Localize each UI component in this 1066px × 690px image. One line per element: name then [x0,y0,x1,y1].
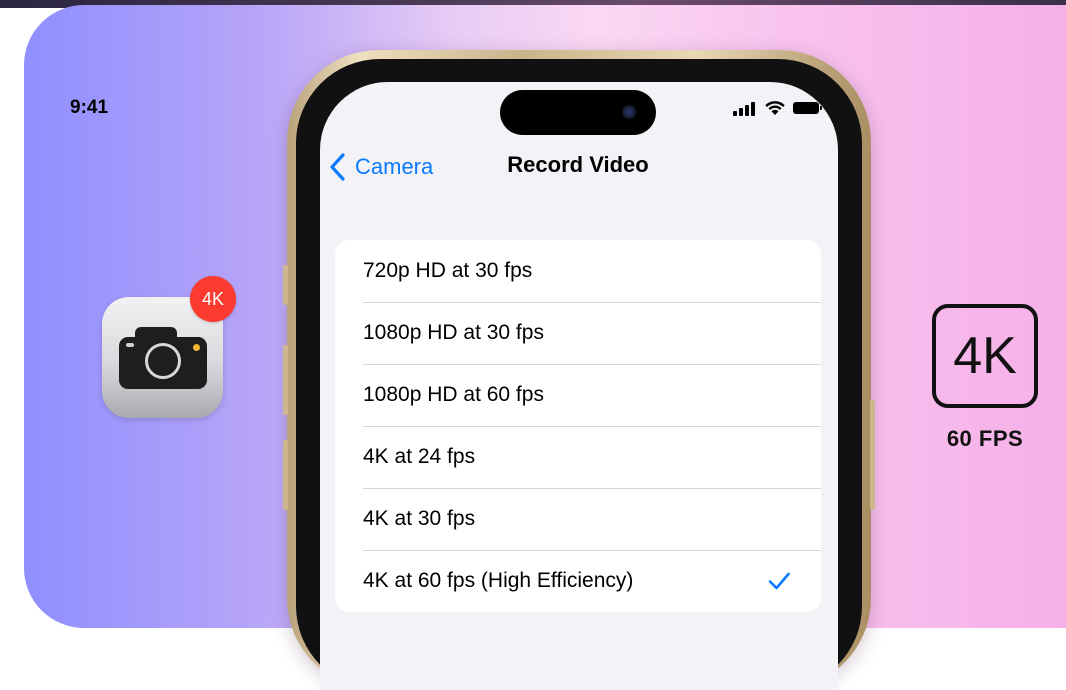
front-camera-icon [622,105,636,119]
option-label: 4K at 60 fps (High Efficiency) [363,569,634,592]
back-button-label: Camera [355,154,434,179]
checkmark-icon [768,572,790,590]
chevron-left-icon [330,153,345,181]
camera-icon-flash [126,343,134,347]
4k-logo: 4K [932,304,1038,408]
record-video-options: 720p HD at 30 fps 1080p HD at 30 fps 108… [335,240,821,612]
dynamic-island [500,90,656,135]
back-button[interactable]: Camera [327,152,433,182]
option-4k-24[interactable]: 4K at 24 fps [335,426,821,488]
option-4k-30[interactable]: 4K at 30 fps [335,488,821,550]
option-label: 1080p HD at 60 fps [363,383,544,406]
camera-icon-indicator [193,344,200,351]
page-title: Record Video [507,152,649,177]
option-720p-30[interactable]: 720p HD at 30 fps [335,240,821,302]
status-icons [733,100,823,116]
option-1080p-30[interactable]: 1080p HD at 30 fps [335,302,821,364]
option-label: 1080p HD at 30 fps [363,321,544,344]
action-button [283,265,288,305]
camera-icon-lens [145,343,181,379]
battery-icon [793,102,822,114]
option-label: 720p HD at 30 fps [363,259,533,282]
option-label: 4K at 24 fps [363,445,476,468]
volume-up-button [283,345,288,415]
fps-label: 60 FPS [946,426,1024,451]
side-button [870,400,875,510]
notification-badge: 4K [190,276,236,322]
status-time: 9:41 [70,97,109,118]
option-label: 4K at 30 fps [363,507,476,530]
volume-down-button [283,440,288,510]
wifi-icon [765,101,785,115]
option-4k-60-high-efficiency[interactable]: 4K at 60 fps (High Efficiency) [335,550,821,612]
option-1080p-60[interactable]: 1080p HD at 60 fps [335,364,821,426]
